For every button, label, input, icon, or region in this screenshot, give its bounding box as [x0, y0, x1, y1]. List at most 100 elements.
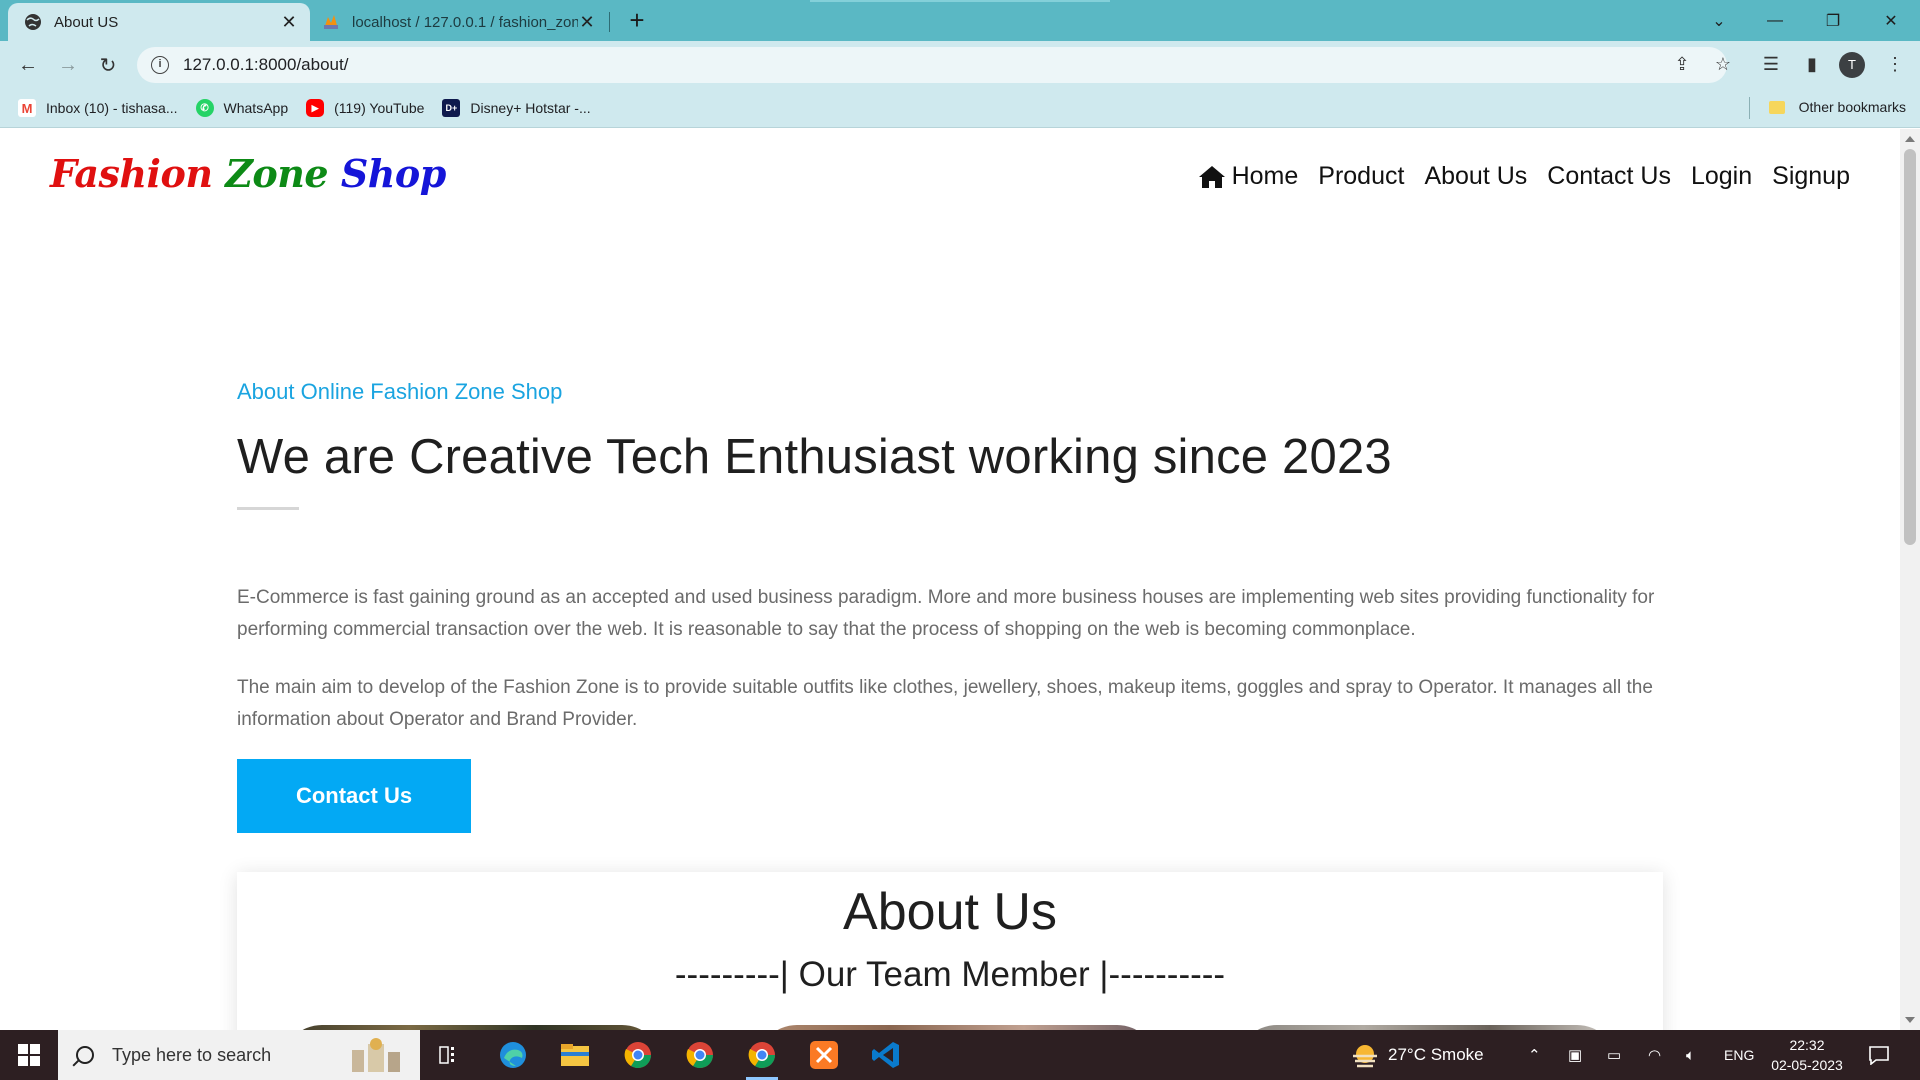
windows-taskbar: Type here to search 27°C Smoke ⌃ ▣ ▭ ◠ 🔈… — [0, 1030, 1920, 1080]
address-bar[interactable]: i 127.0.0.1:8000/about/ — [137, 47, 1727, 83]
team-title: About Us — [843, 883, 1057, 941]
nav-home[interactable]: Home — [1198, 162, 1299, 191]
volume-icon[interactable]: 🔈︎ — [1686, 1030, 1695, 1080]
reading-list-icon[interactable]: ☰ — [1756, 49, 1786, 79]
nav-product[interactable]: Product — [1318, 162, 1404, 191]
nav-about-us[interactable]: About Us — [1424, 162, 1527, 191]
scroll-up-arrow[interactable] — [1905, 136, 1915, 142]
nav-contact-us[interactable]: Contact Us — [1547, 162, 1671, 191]
tab-phpmyadmin[interactable]: localhost / 127.0.0.1 / fashion_zone ✕ — [314, 3, 608, 41]
side-panel-icon[interactable]: ▮ — [1797, 49, 1827, 79]
browser-toolbar: ← → ↻ i 127.0.0.1:8000/about/ ⇪ ☆ ☰ ▮ T … — [0, 41, 1920, 89]
nav-home-label: Home — [1231, 162, 1299, 190]
bookmarks-bar: M Inbox (10) - tishasa... ✆ WhatsApp ▶ (… — [0, 89, 1920, 128]
logo-word-fashion: Fashion — [50, 151, 213, 196]
page-viewport: Fashion Zone Shop Home Product About Us … — [0, 129, 1900, 1030]
gmail-icon: M — [18, 99, 36, 117]
browser-tab-strip: About US ✕ localhost / 127.0.0.1 / fashi… — [0, 0, 1920, 41]
close-tab-icon[interactable]: ✕ — [578, 13, 596, 31]
tab-strip-indicator — [810, 0, 1110, 2]
about-paragraph-1: E-Commerce is fast gaining ground as an … — [237, 587, 1655, 640]
search-placeholder: Type here to search — [112, 1044, 272, 1065]
bookmark-gmail[interactable]: M Inbox (10) - tishasa... — [18, 99, 178, 117]
globe-icon — [25, 14, 41, 30]
bookmark-label: Disney+ Hotstar -... — [470, 100, 591, 116]
scroll-down-arrow[interactable] — [1905, 1017, 1915, 1023]
vscode-icon[interactable] — [866, 1035, 906, 1075]
task-view-icon[interactable] — [430, 1035, 470, 1075]
back-icon[interactable]: ← — [14, 51, 42, 79]
weather-smoke-icon — [1353, 1045, 1377, 1068]
restore-button[interactable]: ❐ — [1804, 0, 1862, 41]
bookmark-hotstar[interactable]: D+ Disney+ Hotstar -... — [442, 99, 591, 117]
windows-icon — [18, 1044, 40, 1066]
clock-date: 02-05-2023 — [1771, 1057, 1843, 1073]
bookmarks-separator — [1749, 97, 1750, 119]
nav-signup[interactable]: Signup — [1772, 162, 1850, 191]
about-paragraph-2: The main aim to develop of the Fashion Z… — [237, 677, 1653, 730]
tab-separator — [609, 12, 610, 32]
phpmyadmin-icon — [324, 15, 338, 29]
whatsapp-icon: ✆ — [195, 99, 214, 117]
chrome-icon[interactable] — [618, 1035, 658, 1075]
home-icon — [1198, 165, 1225, 188]
bookmark-label: WhatsApp — [223, 100, 289, 116]
chrome-active-icon[interactable] — [742, 1035, 782, 1080]
main-navigation: Home Product About Us Contact Us Login S… — [1178, 162, 1850, 191]
other-bookmarks-label: Other bookmarks — [1798, 99, 1906, 115]
tab-about-us[interactable]: About US ✕ — [8, 3, 310, 41]
close-window-button[interactable]: ✕ — [1862, 0, 1920, 41]
battery-icon[interactable]: ▭ — [1607, 1030, 1621, 1080]
language-indicator[interactable]: ENG — [1724, 1030, 1754, 1080]
file-explorer-icon[interactable] — [555, 1035, 595, 1075]
reload-icon[interactable]: ↻ — [94, 51, 122, 79]
notifications-icon[interactable] — [1868, 1030, 1890, 1080]
clock-time: 22:32 — [1789, 1037, 1825, 1053]
taskbar-clock[interactable]: 22:32 02-05-2023 — [1762, 1035, 1852, 1075]
meet-now-icon[interactable]: ▣ — [1568, 1030, 1582, 1080]
new-tab-button[interactable]: + — [624, 7, 650, 34]
bookmark-label: (119) YouTube — [334, 100, 425, 116]
tab-search-icon[interactable]: ⌄ — [1690, 0, 1748, 41]
edge-icon[interactable] — [493, 1035, 533, 1075]
other-bookmarks[interactable]: Other bookmarks — [1768, 99, 1906, 115]
forward-icon[interactable]: → — [54, 51, 82, 79]
team-subtitle: ---------| Our Team Member |---------- — [674, 955, 1226, 994]
weather-text: 27°C Smoke — [1388, 1045, 1484, 1064]
profile-avatar[interactable]: T — [1839, 52, 1865, 78]
nav-login[interactable]: Login — [1691, 162, 1752, 191]
page-scrollbar[interactable] — [1900, 129, 1920, 1030]
site-logo[interactable]: Fashion Zone Shop — [50, 151, 446, 196]
about-kicker: About Online Fashion Zone Shop — [237, 379, 563, 404]
logo-word-zone: Zone — [225, 151, 329, 196]
xampp-icon[interactable] — [804, 1035, 844, 1075]
minimize-button[interactable]: — — [1746, 0, 1804, 41]
menu-kebab-icon[interactable]: ⋮ — [1880, 49, 1910, 79]
tab-title: About US — [54, 13, 119, 31]
heading-divider — [237, 507, 299, 510]
scrollbar-thumb[interactable] — [1904, 149, 1916, 545]
bookmark-label: Inbox (10) - tishasa... — [46, 100, 178, 116]
show-hidden-icons[interactable]: ⌃ — [1528, 1030, 1541, 1080]
about-heading: We are Creative Tech Enthusiast working … — [237, 430, 1392, 484]
share-icon[interactable]: ⇪ — [1667, 49, 1697, 79]
start-button[interactable] — [0, 1030, 58, 1080]
close-tab-icon[interactable]: ✕ — [280, 13, 298, 31]
chrome-profile-icon[interactable] — [680, 1035, 720, 1075]
hotstar-icon: D+ — [442, 99, 461, 117]
logo-word-shop: Shop — [340, 151, 447, 196]
team-section: About Us ---------| Our Team Member |---… — [237, 872, 1663, 1030]
site-info-icon[interactable]: i — [151, 56, 169, 74]
folder-icon — [1768, 100, 1785, 114]
youtube-icon: ▶ — [306, 99, 325, 117]
url-text: 127.0.0.1:8000/about/ — [183, 55, 349, 74]
taskbar-search-box[interactable]: Type here to search — [58, 1030, 420, 1080]
contact-us-button[interactable]: Contact Us — [237, 759, 471, 833]
weather-widget[interactable]: 27°C Smoke — [1350, 1030, 1484, 1080]
search-highlight-icon — [352, 1038, 400, 1072]
wifi-icon[interactable]: ◠ — [1648, 1030, 1661, 1080]
bookmark-youtube[interactable]: ▶ (119) YouTube — [306, 99, 424, 117]
bookmark-whatsapp[interactable]: ✆ WhatsApp — [195, 99, 289, 117]
search-icon — [76, 1046, 94, 1064]
bookmark-star-icon[interactable]: ☆ — [1708, 49, 1738, 79]
